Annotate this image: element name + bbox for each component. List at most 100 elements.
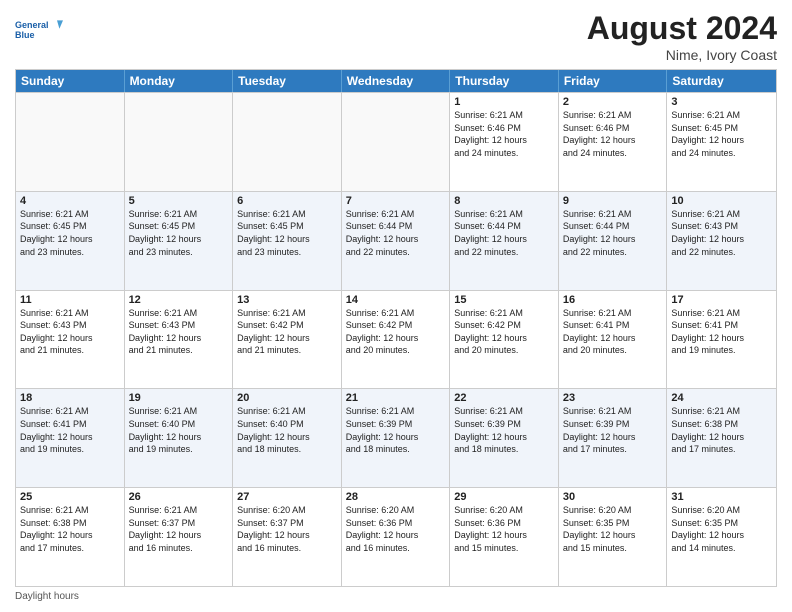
calendar-cell-4-6: 23Sunrise: 6:21 AM Sunset: 6:39 PM Dayli… [559, 389, 668, 487]
day-info: Sunrise: 6:21 AM Sunset: 6:38 PM Dayligh… [671, 405, 772, 455]
calendar-header-monday: Monday [125, 70, 234, 92]
calendar-cell-3-7: 17Sunrise: 6:21 AM Sunset: 6:41 PM Dayli… [667, 291, 776, 389]
day-info: Sunrise: 6:21 AM Sunset: 6:42 PM Dayligh… [454, 307, 554, 357]
day-info: Sunrise: 6:20 AM Sunset: 6:35 PM Dayligh… [563, 504, 663, 554]
page: General Blue August 2024 Nime, Ivory Coa… [0, 0, 792, 612]
daylight-hours-label: Daylight hours [15, 591, 79, 602]
calendar-cell-1-3 [233, 93, 342, 191]
day-number: 11 [20, 294, 120, 306]
day-number: 10 [671, 195, 772, 207]
calendar-cell-4-3: 20Sunrise: 6:21 AM Sunset: 6:40 PM Dayli… [233, 389, 342, 487]
logo: General Blue [15, 10, 63, 50]
day-number: 5 [129, 195, 229, 207]
day-info: Sunrise: 6:20 AM Sunset: 6:37 PM Dayligh… [237, 504, 337, 554]
calendar-cell-4-1: 18Sunrise: 6:21 AM Sunset: 6:41 PM Dayli… [16, 389, 125, 487]
calendar-cell-3-3: 13Sunrise: 6:21 AM Sunset: 6:42 PM Dayli… [233, 291, 342, 389]
calendar-cell-1-1 [16, 93, 125, 191]
calendar-cell-2-1: 4Sunrise: 6:21 AM Sunset: 6:45 PM Daylig… [16, 192, 125, 290]
title-block: August 2024 Nime, Ivory Coast [587, 10, 777, 63]
calendar-week-4: 18Sunrise: 6:21 AM Sunset: 6:41 PM Dayli… [16, 388, 776, 487]
day-info: Sunrise: 6:21 AM Sunset: 6:44 PM Dayligh… [454, 208, 554, 258]
calendar-cell-3-1: 11Sunrise: 6:21 AM Sunset: 6:43 PM Dayli… [16, 291, 125, 389]
day-number: 29 [454, 491, 554, 503]
calendar-week-5: 25Sunrise: 6:21 AM Sunset: 6:38 PM Dayli… [16, 487, 776, 586]
calendar-cell-2-2: 5Sunrise: 6:21 AM Sunset: 6:45 PM Daylig… [125, 192, 234, 290]
day-info: Sunrise: 6:21 AM Sunset: 6:42 PM Dayligh… [346, 307, 446, 357]
month-year: August 2024 [587, 10, 777, 47]
day-info: Sunrise: 6:21 AM Sunset: 6:45 PM Dayligh… [237, 208, 337, 258]
day-number: 4 [20, 195, 120, 207]
day-info: Sunrise: 6:21 AM Sunset: 6:43 PM Dayligh… [129, 307, 229, 357]
day-info: Sunrise: 6:21 AM Sunset: 6:43 PM Dayligh… [671, 208, 772, 258]
day-info: Sunrise: 6:21 AM Sunset: 6:39 PM Dayligh… [346, 405, 446, 455]
calendar-cell-5-5: 29Sunrise: 6:20 AM Sunset: 6:36 PM Dayli… [450, 488, 559, 586]
day-info: Sunrise: 6:21 AM Sunset: 6:41 PM Dayligh… [563, 307, 663, 357]
day-number: 20 [237, 392, 337, 404]
day-info: Sunrise: 6:20 AM Sunset: 6:36 PM Dayligh… [454, 504, 554, 554]
calendar-week-2: 4Sunrise: 6:21 AM Sunset: 6:45 PM Daylig… [16, 191, 776, 290]
calendar-cell-5-4: 28Sunrise: 6:20 AM Sunset: 6:36 PM Dayli… [342, 488, 451, 586]
day-number: 1 [454, 96, 554, 108]
calendar: SundayMondayTuesdayWednesdayThursdayFrid… [15, 69, 777, 587]
calendar-cell-3-6: 16Sunrise: 6:21 AM Sunset: 6:41 PM Dayli… [559, 291, 668, 389]
day-info: Sunrise: 6:21 AM Sunset: 6:39 PM Dayligh… [563, 405, 663, 455]
day-info: Sunrise: 6:21 AM Sunset: 6:46 PM Dayligh… [454, 109, 554, 159]
day-number: 27 [237, 491, 337, 503]
day-number: 13 [237, 294, 337, 306]
calendar-cell-1-2 [125, 93, 234, 191]
calendar-cell-2-5: 8Sunrise: 6:21 AM Sunset: 6:44 PM Daylig… [450, 192, 559, 290]
calendar-cell-1-7: 3Sunrise: 6:21 AM Sunset: 6:45 PM Daylig… [667, 93, 776, 191]
day-info: Sunrise: 6:21 AM Sunset: 6:37 PM Dayligh… [129, 504, 229, 554]
day-number: 24 [671, 392, 772, 404]
day-number: 6 [237, 195, 337, 207]
day-info: Sunrise: 6:21 AM Sunset: 6:44 PM Dayligh… [346, 208, 446, 258]
calendar-cell-3-2: 12Sunrise: 6:21 AM Sunset: 6:43 PM Dayli… [125, 291, 234, 389]
calendar-cell-4-5: 22Sunrise: 6:21 AM Sunset: 6:39 PM Dayli… [450, 389, 559, 487]
day-info: Sunrise: 6:21 AM Sunset: 6:45 PM Dayligh… [129, 208, 229, 258]
day-info: Sunrise: 6:21 AM Sunset: 6:41 PM Dayligh… [671, 307, 772, 357]
day-info: Sunrise: 6:21 AM Sunset: 6:45 PM Dayligh… [671, 109, 772, 159]
day-number: 22 [454, 392, 554, 404]
location: Nime, Ivory Coast [587, 47, 777, 63]
day-number: 12 [129, 294, 229, 306]
day-number: 18 [20, 392, 120, 404]
day-number: 23 [563, 392, 663, 404]
day-number: 3 [671, 96, 772, 108]
calendar-cell-3-4: 14Sunrise: 6:21 AM Sunset: 6:42 PM Dayli… [342, 291, 451, 389]
calendar-cell-5-2: 26Sunrise: 6:21 AM Sunset: 6:37 PM Dayli… [125, 488, 234, 586]
calendar-cell-2-4: 7Sunrise: 6:21 AM Sunset: 6:44 PM Daylig… [342, 192, 451, 290]
calendar-cell-1-4 [342, 93, 451, 191]
day-info: Sunrise: 6:21 AM Sunset: 6:40 PM Dayligh… [237, 405, 337, 455]
day-number: 2 [563, 96, 663, 108]
day-info: Sunrise: 6:21 AM Sunset: 6:45 PM Dayligh… [20, 208, 120, 258]
svg-text:General: General [15, 20, 49, 30]
day-number: 17 [671, 294, 772, 306]
calendar-cell-1-6: 2Sunrise: 6:21 AM Sunset: 6:46 PM Daylig… [559, 93, 668, 191]
day-number: 28 [346, 491, 446, 503]
day-number: 25 [20, 491, 120, 503]
day-info: Sunrise: 6:21 AM Sunset: 6:40 PM Dayligh… [129, 405, 229, 455]
day-number: 31 [671, 491, 772, 503]
calendar-header-thursday: Thursday [450, 70, 559, 92]
day-info: Sunrise: 6:21 AM Sunset: 6:41 PM Dayligh… [20, 405, 120, 455]
footer: Daylight hours [15, 591, 777, 602]
day-number: 8 [454, 195, 554, 207]
calendar-cell-5-7: 31Sunrise: 6:20 AM Sunset: 6:35 PM Dayli… [667, 488, 776, 586]
calendar-header-row: SundayMondayTuesdayWednesdayThursdayFrid… [16, 70, 776, 92]
calendar-week-3: 11 Sunrise: 6:21 AM Sunset: 6:43 PM Dayli… [16, 290, 776, 389]
logo-svg: General Blue [15, 10, 63, 50]
calendar-cell-4-7: 24Sunrise: 6:21 AM Sunset: 6:38 PM Dayli… [667, 389, 776, 487]
calendar-week-1: 1Sunrise: 6:21 AM Sunset: 6:46 PM Daylig… [16, 92, 776, 191]
svg-text:Blue: Blue [15, 30, 35, 40]
day-info: Sunrise: 6:21 AM Sunset: 6:38 PM Dayligh… [20, 504, 120, 554]
calendar-header-saturday: Saturday [667, 70, 776, 92]
day-number: 21 [346, 392, 446, 404]
day-number: 16 [563, 294, 663, 306]
day-number: 19 [129, 392, 229, 404]
calendar-body: 1Sunrise: 6:21 AM Sunset: 6:46 PM Daylig… [16, 92, 776, 586]
day-info: Sunrise: 6:21 AM Sunset: 6:42 PM Dayligh… [237, 307, 337, 357]
day-info: Sunrise: 6:21 AM Sunset: 6:46 PM Dayligh… [563, 109, 663, 159]
calendar-cell-4-4: 21Sunrise: 6:21 AM Sunset: 6:39 PM Dayli… [342, 389, 451, 487]
day-info: Sunrise: 6:20 AM Sunset: 6:35 PM Dayligh… [671, 504, 772, 554]
calendar-header-tuesday: Tuesday [233, 70, 342, 92]
